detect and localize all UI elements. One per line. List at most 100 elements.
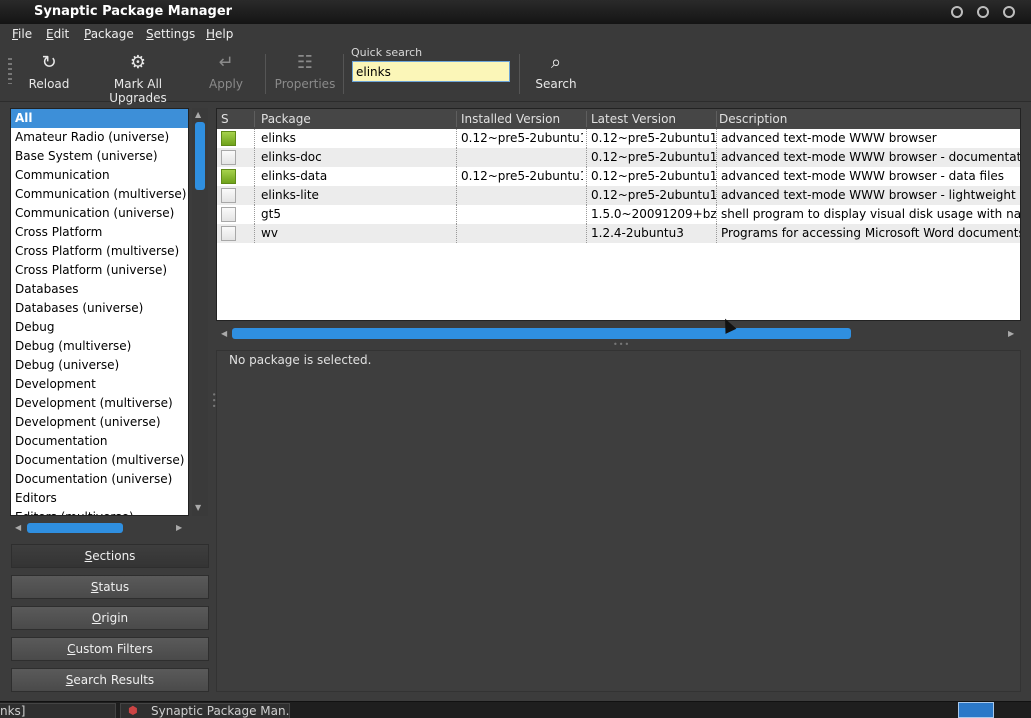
taskbar: nks] Synaptic Package Man... ⬢ <box>0 701 1031 718</box>
column-divider[interactable] <box>716 111 717 127</box>
taskbar-item-synaptic[interactable]: Synaptic Package Man... <box>120 703 290 718</box>
package-list: S Package Installed Version Latest Versi… <box>216 108 1021 321</box>
filter-item[interactable]: Debug <box>11 318 188 337</box>
package-row[interactable]: wv 1.2.4-2ubuntu3 Programs for accessing M… <box>217 224 1020 243</box>
latest-version-cell: 0.12~pre5-2ubuntu1 <box>591 188 716 202</box>
filter-item[interactable]: Databases (universe) <box>11 299 188 318</box>
description-cell: shell program to display visual disk usa… <box>721 207 1021 221</box>
taskbar-item[interactable]: nks] <box>0 703 116 718</box>
column-divider[interactable] <box>456 111 457 127</box>
mark-all-upgrades-button[interactable]: ⚙ Mark All Upgrades <box>86 52 190 105</box>
package-row[interactable]: elinks-lite 0.12~pre5-2ubuntu1 advanced te… <box>217 186 1020 205</box>
scroll-right-icon[interactable]: ▶ <box>176 523 182 532</box>
status-button[interactable]: Status <box>11 575 209 599</box>
tray-icon[interactable] <box>958 702 994 718</box>
column-divider <box>716 148 717 167</box>
menu-file[interactable]: File <box>12 27 32 41</box>
filter-item[interactable]: Amateur Radio (universe) <box>11 128 188 147</box>
toolbar-separator <box>265 54 266 94</box>
column-installed-version[interactable]: Installed Version <box>461 112 560 126</box>
package-status-icon[interactable] <box>221 207 236 222</box>
column-description[interactable]: Description <box>719 112 787 126</box>
filter-item[interactable]: Development (multiverse) <box>11 394 188 413</box>
filter-item[interactable]: Debug (multiverse) <box>11 337 188 356</box>
menu-package[interactable]: Package <box>84 27 134 41</box>
close-button[interactable] <box>1003 6 1015 18</box>
properties-label: Properties <box>274 77 336 91</box>
package-rows: elinks 0.12~pre5-2ubuntu1 0.12~pre5-2ubunt… <box>217 129 1020 243</box>
column-divider <box>716 186 717 205</box>
description-cell: advanced text-mode WWW browser - documen… <box>721 150 1021 164</box>
package-status-icon[interactable] <box>221 150 236 165</box>
scrollbar-thumb[interactable] <box>27 523 123 533</box>
package-row[interactable]: elinks-data 0.12~pre5-2ubuntu1 0.12~pre5-2… <box>217 167 1020 186</box>
filter-item[interactable]: Cross Platform (universe) <box>11 261 188 280</box>
properties-icon: ☷ <box>296 52 314 73</box>
origin-button[interactable]: Origin <box>11 606 209 630</box>
installed-version-cell: 0.12~pre5-2ubuntu1 <box>461 169 583 183</box>
filter-item[interactable]: All <box>11 109 188 128</box>
filter-item[interactable]: Communication (multiverse) <box>11 185 188 204</box>
scroll-left-icon[interactable]: ◀ <box>221 329 227 338</box>
filter-item[interactable]: Documentation <box>11 432 188 451</box>
column-status[interactable]: S <box>221 112 229 126</box>
latest-version-cell: 0.12~pre5-2ubuntu1 <box>591 150 716 164</box>
package-status-icon[interactable] <box>221 131 236 146</box>
column-divider <box>456 205 457 224</box>
maximize-button[interactable] <box>977 6 989 18</box>
menu-settings[interactable]: Settings <box>146 27 195 41</box>
filter-item[interactable]: Development <box>11 375 188 394</box>
scroll-left-icon[interactable]: ◀ <box>15 523 21 532</box>
quick-search-input[interactable] <box>352 61 510 82</box>
package-row[interactable]: gt5 1.5.0~20091209+bzr29 shell program to … <box>217 205 1020 224</box>
column-package[interactable]: Package <box>261 112 311 126</box>
filter-item[interactable]: Editors <box>11 489 188 508</box>
column-divider <box>456 129 457 148</box>
filter-list-vertical-scrollbar[interactable]: ▲ ▼ <box>192 108 208 516</box>
filter-item[interactable]: Development (universe) <box>11 413 188 432</box>
column-divider[interactable] <box>254 111 255 127</box>
package-row[interactable]: elinks-doc 0.12~pre5-2ubuntu1 advanced tex… <box>217 148 1020 167</box>
scroll-right-icon[interactable]: ▶ <box>1008 329 1014 338</box>
package-row[interactable]: elinks 0.12~pre5-2ubuntu1 0.12~pre5-2ubunt… <box>217 129 1020 148</box>
filter-list-horizontal-scrollbar[interactable]: ◀ ▶ <box>10 520 188 536</box>
column-latest-version[interactable]: Latest Version <box>591 112 676 126</box>
filter-item[interactable]: Communication <box>11 166 188 185</box>
minimize-button[interactable] <box>951 6 963 18</box>
search-label: Search <box>535 77 577 91</box>
package-status-icon[interactable] <box>221 188 236 203</box>
filter-item[interactable]: Cross Platform (multiverse) <box>11 242 188 261</box>
sections-button[interactable]: Sections <box>11 544 209 568</box>
scrollbar-thumb[interactable] <box>195 122 205 190</box>
package-status-icon[interactable] <box>221 169 236 184</box>
column-divider <box>716 205 717 224</box>
pane-resize-handle[interactable]: ••• <box>613 340 630 349</box>
menu-edit[interactable]: Edit <box>46 27 69 41</box>
menu-help[interactable]: Help <box>206 27 233 41</box>
filter-item[interactable]: Documentation (universe) <box>11 470 188 489</box>
toolbar-grip[interactable] <box>8 58 12 84</box>
filter-item[interactable]: Cross Platform <box>11 223 188 242</box>
filter-item[interactable]: Debug (universe) <box>11 356 188 375</box>
search-button[interactable]: ⌕ Search <box>534 52 578 91</box>
column-divider[interactable] <box>586 111 587 127</box>
filter-item[interactable]: Base System (universe) <box>11 147 188 166</box>
filter-item[interactable]: Communication (universe) <box>11 204 188 223</box>
reload-button[interactable]: ↻ Reload <box>26 52 72 91</box>
description-cell: Programs for accessing Microsoft Word do… <box>721 226 1021 240</box>
filter-item[interactable]: Databases <box>11 280 188 299</box>
custom-filters-button[interactable]: Custom Filters <box>11 637 209 661</box>
properties-button[interactable]: ☷ Properties <box>274 52 336 91</box>
filter-item[interactable]: Editors (multiverse) <box>11 508 188 515</box>
filter-item[interactable]: Documentation (multiverse) <box>11 451 188 470</box>
scroll-up-icon[interactable]: ▲ <box>195 110 201 119</box>
package-status-icon[interactable] <box>221 226 236 241</box>
scroll-down-icon[interactable]: ▼ <box>195 503 201 512</box>
column-divider <box>586 224 587 243</box>
scrollbar-thumb[interactable] <box>232 328 851 339</box>
column-divider <box>254 129 255 148</box>
apply-button[interactable]: ↵ Apply <box>205 52 247 91</box>
search-results-button[interactable]: Search Results <box>11 668 209 692</box>
column-divider <box>716 224 717 243</box>
window-title: Synaptic Package Manager <box>34 4 233 19</box>
